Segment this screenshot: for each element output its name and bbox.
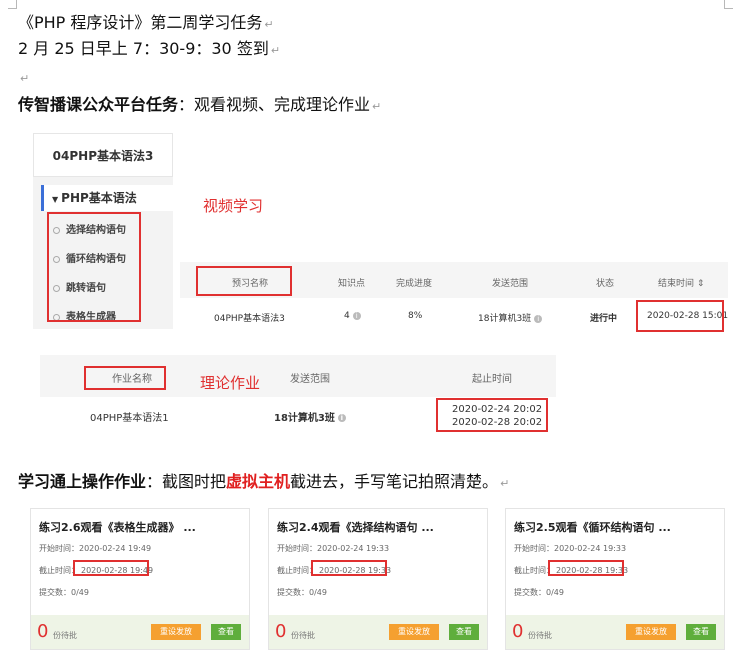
paragraph-mark-icon: ↵ [20, 72, 30, 85]
pending-count: 0 [275, 621, 287, 642]
homework-name[interactable]: 04PHP基本语法1 [90, 409, 169, 424]
checkin-text: 2 月 25 日早上 7：30-9：30 签到 [18, 39, 269, 58]
card-submissions: 提交数：0/49 [514, 588, 564, 597]
send-scope-value: 18计算机3班 [478, 314, 532, 324]
card-submissions: 提交数：0/49 [39, 588, 89, 597]
highlight-box [636, 300, 724, 332]
card-footer: 0 份待批 重设发放 查看 [269, 615, 487, 649]
highlight-box [436, 398, 548, 432]
deadline-label: 截止时间 [514, 566, 546, 575]
column-header: 起止时间 [472, 374, 512, 385]
task2-line: 学习通上操作作业：截图时把虚拟主机截进去，手写笔记拍照清楚。 ↵ [18, 471, 509, 495]
highlight-box [311, 560, 387, 576]
progress-value: 8% [408, 311, 423, 321]
paragraph-mark-icon: ↵ [264, 18, 274, 31]
doc-title-line: 《PHP 程序设计》第二周学习任务 ↵ [18, 12, 274, 36]
exercise-card[interactable]: 练习2.5观看《循环结构语句 ... 开始时间：2020-02-24 19:33… [505, 508, 725, 650]
highlight-box [73, 560, 149, 576]
task1-line: 传智播课公众平台任务：观看视频、完成理论作业 ↵ [18, 94, 381, 118]
exercise-card[interactable]: 练习2.4观看《选择结构语句 ... 开始时间：2020-02-24 19:33… [268, 508, 488, 650]
column-header: 发送范围 [290, 374, 330, 385]
status-value: 进行中 [590, 314, 618, 324]
preview-name[interactable]: 04PHP基本语法3 [214, 311, 285, 324]
sortable-column-header[interactable]: 结束时间 ⇕ [658, 276, 704, 289]
info-icon[interactable]: i [337, 414, 346, 422]
card-footer: 0 份待批 重设发放 查看 [31, 615, 249, 649]
virtual-host-emphasis: 虚拟主机 [226, 472, 291, 491]
card-title[interactable]: 练习2.4观看《选择结构语句 ... [277, 519, 434, 535]
paragraph-mark-icon: ↵ [372, 100, 382, 113]
task2-text: ：截图时把 [146, 472, 227, 491]
send-scope: 18计算机3班 i [274, 409, 346, 424]
deadline-label: 截止时间 [39, 566, 71, 575]
card-footer: 0 份待批 重设发放 查看 [506, 615, 724, 649]
highlight-box [84, 366, 166, 390]
task2-heading: 学习通上操作作业 [18, 472, 147, 491]
page-corner-mark [8, 0, 17, 9]
pending-label: 份待批 [528, 631, 552, 640]
column-header: 发送范围 [492, 279, 529, 289]
empty-line: ↵ [18, 66, 29, 90]
card-title[interactable]: 练习2.5观看《循环结构语句 ... [514, 519, 671, 535]
task1-text: ：观看视频、完成理论作业 [178, 95, 371, 114]
info-icon[interactable]: i [352, 311, 361, 320]
paragraph-mark-icon: ↵ [500, 477, 510, 490]
course-title: 04PHP基本语法3 [33, 133, 173, 177]
task2-text-end: 截进去，手写笔记拍照清楚。 [290, 472, 499, 491]
highlight-box [47, 212, 141, 322]
view-button[interactable]: 查看 [211, 624, 241, 640]
column-header: 状态 [596, 279, 615, 289]
highlight-box [196, 266, 292, 296]
view-button[interactable]: 查看 [686, 624, 716, 640]
card-start-time: 开始时间：2020-02-24 19:33 [277, 544, 390, 553]
pending-count: 0 [37, 621, 49, 642]
reissue-button[interactable]: 重设发放 [626, 624, 676, 640]
send-scope-value: 18计算机3班 [274, 413, 335, 424]
exercise-card[interactable]: 练习2.6观看《表格生成器》 ... 开始时间：2020-02-24 19:49… [30, 508, 250, 650]
theory-homework-label: 理论作业 [200, 374, 261, 392]
card-start-time: 开始时间：2020-02-24 19:49 [39, 544, 152, 553]
highlight-box [548, 560, 624, 576]
reissue-button[interactable]: 重设发放 [151, 624, 201, 640]
video-study-label: 视频学习 [203, 197, 264, 215]
pending-count: 0 [512, 621, 524, 642]
doc-title: 《PHP 程序设计》第二周学习任务 [18, 13, 263, 32]
card-title[interactable]: 练习2.6观看《表格生成器》 ... [39, 519, 196, 535]
info-icon[interactable]: i [534, 314, 543, 323]
column-header: 完成进度 [396, 279, 433, 289]
paragraph-mark-icon: ↵ [270, 44, 281, 57]
task1-heading: 传智播课公众平台任务 [18, 95, 179, 114]
pending-label: 份待批 [291, 631, 315, 640]
pending-label: 份待批 [53, 631, 77, 640]
card-submissions: 提交数：0/49 [277, 588, 327, 597]
column-header: 知识点 [338, 279, 366, 289]
sidebar-section-label: PHP基本语法 [61, 191, 137, 205]
reissue-button[interactable]: 重设发放 [389, 624, 439, 640]
checkin-line: 2 月 25 日早上 7：30-9：30 签到 ↵ [18, 38, 280, 62]
caret-down-icon: ▼ [52, 195, 59, 204]
view-button[interactable]: 查看 [449, 624, 479, 640]
sidebar-section[interactable]: ▼ PHP基本语法 [41, 185, 173, 211]
knowledge-count-value: 4 [344, 311, 350, 321]
knowledge-count: 4i [344, 311, 361, 321]
send-scope: 18计算机3班 i [478, 311, 543, 324]
card-start-time: 开始时间：2020-02-24 19:33 [514, 544, 627, 553]
deadline-label: 截止时间 [277, 566, 309, 575]
page-corner-mark [724, 0, 733, 9]
